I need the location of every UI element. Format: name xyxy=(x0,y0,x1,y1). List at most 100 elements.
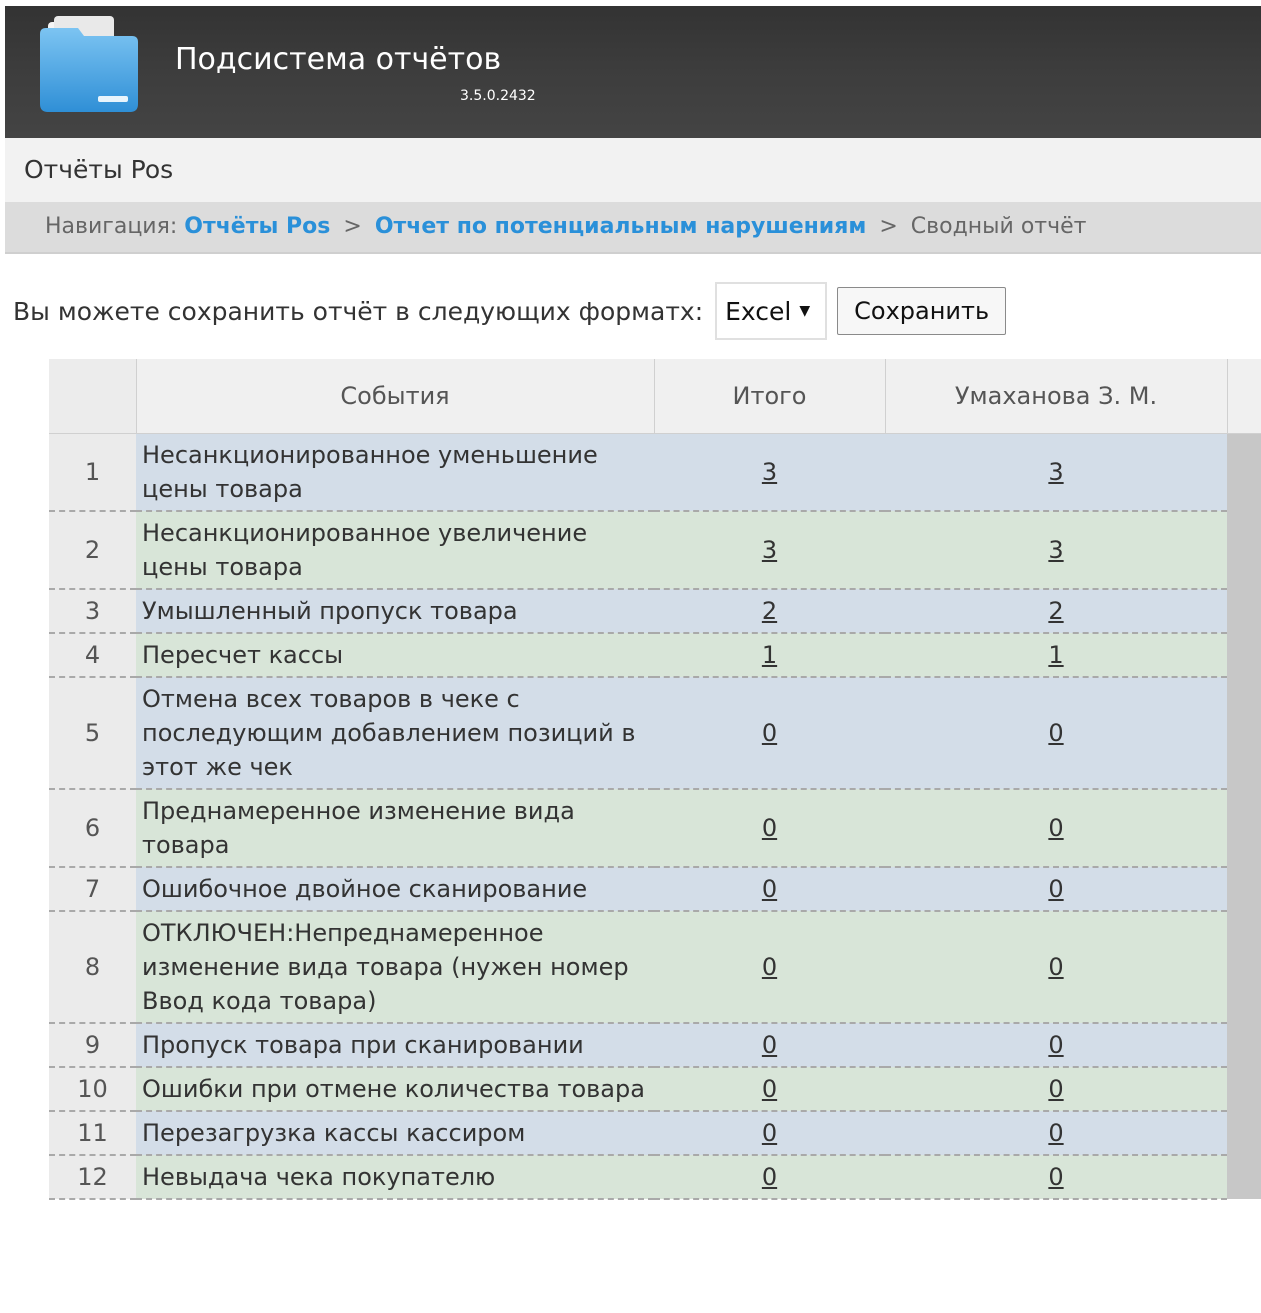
total-count-link[interactable]: 0 xyxy=(762,953,777,981)
row-number: 3 xyxy=(49,589,136,634)
person-cell: 1 xyxy=(885,633,1227,678)
person-count-link[interactable]: 3 xyxy=(1048,536,1063,564)
breadcrumb-current: Сводный отчёт xyxy=(910,214,1087,239)
person-cell: 3 xyxy=(885,433,1227,512)
scrollbar-track[interactable] xyxy=(1227,1023,1261,1067)
row-number: 10 xyxy=(49,1067,136,1112)
column-header-spacer xyxy=(1227,359,1261,434)
person-cell: 0 xyxy=(885,1155,1227,1200)
person-count-link[interactable]: 0 xyxy=(1048,875,1063,903)
breadcrumb-link-pos-reports[interactable]: Отчёты Pos xyxy=(184,214,330,239)
folder-icon xyxy=(40,16,138,112)
total-count-link[interactable]: 0 xyxy=(762,1163,777,1191)
table-row: 6 Преднамеренное изменение вида товара 0 0 xyxy=(49,789,1261,868)
total-count-link[interactable]: 0 xyxy=(762,1075,777,1103)
table-row: 8 ОТКЛЮЧЕН:Непреднамеренное изменение вид… xyxy=(49,911,1261,1024)
total-count-link[interactable]: 2 xyxy=(762,597,777,625)
total-count-link[interactable]: 0 xyxy=(762,1119,777,1147)
row-number: 2 xyxy=(49,511,136,590)
row-number: 9 xyxy=(49,1023,136,1068)
row-number: 5 xyxy=(49,677,136,790)
person-count-link[interactable]: 0 xyxy=(1048,1163,1063,1191)
total-count-link[interactable]: 0 xyxy=(762,814,777,842)
total-count-link[interactable]: 0 xyxy=(762,719,777,747)
format-select-value: Excel xyxy=(725,296,792,326)
total-count-link[interactable]: 3 xyxy=(762,458,777,486)
total-count-link[interactable]: 0 xyxy=(762,875,777,903)
total-count-link[interactable]: 3 xyxy=(762,536,777,564)
total-cell: 3 xyxy=(654,511,885,590)
event-name: Ошибочное двойное сканирование xyxy=(136,867,654,912)
scrollbar-track[interactable] xyxy=(1227,1111,1261,1155)
format-select[interactable]: Excel ▼ xyxy=(715,282,828,340)
breadcrumb-separator: > xyxy=(879,214,898,239)
row-number: 1 xyxy=(49,433,136,512)
save-button[interactable]: Сохранить xyxy=(837,287,1007,335)
person-count-link[interactable]: 0 xyxy=(1048,953,1063,981)
table-row: 9 Пропуск товара при сканировании 0 0 xyxy=(49,1023,1261,1068)
person-count-link[interactable]: 3 xyxy=(1048,458,1063,486)
table-header-row: События Итого Умаханова З. М. xyxy=(49,359,1261,434)
total-cell: 0 xyxy=(654,1067,885,1112)
report-table-container: События Итого Умаханова З. М. 1 Несанкцио… xyxy=(49,359,1261,1313)
event-name: Несанкционированное уменьшение цены това… xyxy=(136,433,654,512)
person-count-link[interactable]: 0 xyxy=(1048,1075,1063,1103)
breadcrumb-link-violations-report[interactable]: Отчет по потенциальным нарушениям xyxy=(375,214,867,239)
total-cell: 0 xyxy=(654,1111,885,1156)
total-cell: 0 xyxy=(654,789,885,868)
app-header: Подсистема отчётов 3.5.0.2432 xyxy=(5,6,1261,138)
table-row: 12 Невыдача чека покупателю 0 0 xyxy=(49,1155,1261,1200)
event-name: Преднамеренное изменение вида товара xyxy=(136,789,654,868)
scrollbar-track[interactable] xyxy=(1227,589,1261,633)
scrollbar-track[interactable] xyxy=(1227,677,1261,789)
breadcrumb: Навигация: Отчёты Pos > Отчет по потенци… xyxy=(5,202,1261,254)
scrollbar-track[interactable] xyxy=(1227,511,1261,589)
event-name: Невыдача чека покупателю xyxy=(136,1155,654,1200)
save-prompt: Вы можете сохранить отчёт в следующих фо… xyxy=(13,296,704,326)
total-cell: 2 xyxy=(654,589,885,634)
table-row: 4 Пересчет кассы 1 1 xyxy=(49,633,1261,678)
total-cell: 0 xyxy=(654,1023,885,1068)
scrollbar-track[interactable] xyxy=(1227,1155,1261,1199)
row-number: 4 xyxy=(49,633,136,678)
total-cell: 0 xyxy=(654,1155,885,1200)
row-number: 11 xyxy=(49,1111,136,1156)
scrollbar-track[interactable] xyxy=(1227,433,1261,511)
person-count-link[interactable]: 0 xyxy=(1048,814,1063,842)
event-name: ОТКЛЮЧЕН:Непреднамеренное изменение вида… xyxy=(136,911,654,1024)
person-cell: 0 xyxy=(885,789,1227,868)
person-cell: 3 xyxy=(885,511,1227,590)
total-cell: 0 xyxy=(654,911,885,1024)
column-header-events: События xyxy=(136,359,655,434)
scrollbar-track[interactable] xyxy=(1227,867,1261,911)
table-row: 3 Умышленный пропуск товара 2 2 xyxy=(49,589,1261,634)
event-name: Ошибки при отмене количества товара xyxy=(136,1067,654,1112)
person-count-link[interactable]: 0 xyxy=(1048,1031,1063,1059)
scrollbar-track[interactable] xyxy=(1227,911,1261,1023)
total-count-link[interactable]: 1 xyxy=(762,641,777,669)
table-row: 11 Перезагрузка кассы кассиром 0 0 xyxy=(49,1111,1261,1156)
table-row: 2 Несанкционированное увеличение цены тов… xyxy=(49,511,1261,590)
person-cell: 0 xyxy=(885,677,1227,790)
event-name: Пересчет кассы xyxy=(136,633,654,678)
scrollbar-track[interactable] xyxy=(1227,1067,1261,1111)
person-count-link[interactable]: 2 xyxy=(1048,597,1063,625)
event-name: Отмена всех товаров в чеке с последующим… xyxy=(136,677,654,790)
scrollbar-track[interactable] xyxy=(1227,633,1261,677)
person-count-link[interactable]: 1 xyxy=(1048,641,1063,669)
total-cell: 0 xyxy=(654,677,885,790)
section-title: Отчёты Pos xyxy=(24,155,174,184)
event-name: Перезагрузка кассы кассиром xyxy=(136,1111,654,1156)
event-name: Умышленный пропуск товара xyxy=(136,589,654,634)
scrollbar-track[interactable] xyxy=(1227,789,1261,867)
person-count-link[interactable]: 0 xyxy=(1048,1119,1063,1147)
chevron-down-icon: ▼ xyxy=(799,303,811,319)
total-cell: 0 xyxy=(654,867,885,912)
total-count-link[interactable]: 0 xyxy=(762,1031,777,1059)
person-count-link[interactable]: 0 xyxy=(1048,719,1063,747)
row-number: 6 xyxy=(49,789,136,868)
column-header-person: Умаханова З. М. xyxy=(885,359,1228,434)
table-row: 5 Отмена всех товаров в чеке с последующи… xyxy=(49,677,1261,790)
breadcrumb-separator: > xyxy=(343,214,362,239)
event-name: Пропуск товара при сканировании xyxy=(136,1023,654,1068)
